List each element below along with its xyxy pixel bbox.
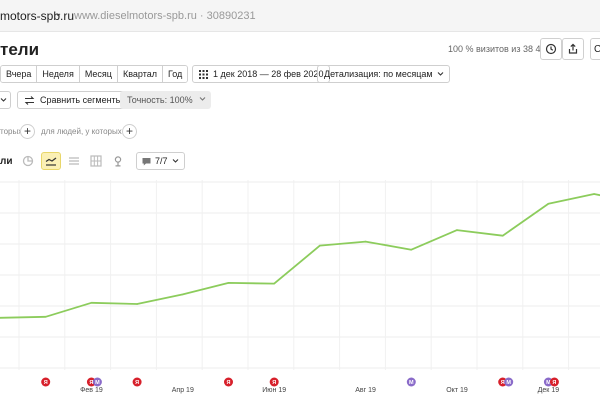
line-chart: ЯЯМЯЯЯМЯММЯЯМФев 19Апр 19Июн 19Авг 19Окт… bbox=[0, 180, 600, 394]
date-range-button[interactable]: 1 дек 2018 — 28 фев 2020 bbox=[192, 65, 331, 83]
history-button[interactable] bbox=[540, 38, 562, 60]
annotation-marker-label: Я bbox=[501, 380, 505, 386]
data-point bbox=[410, 248, 413, 251]
clock-icon bbox=[545, 43, 557, 55]
line-chart-icon bbox=[45, 157, 57, 166]
annotation-marker-label: Я bbox=[552, 380, 556, 386]
accuracy-label: Точность: 100% bbox=[127, 95, 193, 105]
speech-bubble-icon bbox=[142, 158, 151, 166]
data-point bbox=[44, 315, 47, 318]
visits-sample-note: 100 % визитов из 38 436 bbox=[448, 44, 551, 54]
data-point bbox=[136, 303, 138, 305]
chevron-down-icon bbox=[437, 72, 443, 76]
x-tick-label: Авг 19 bbox=[355, 387, 376, 394]
chevron-down-icon[interactable]: ⌄ bbox=[54, 8, 62, 19]
site-selector[interactable]: motors-spb.ru bbox=[0, 9, 74, 23]
annotation-pin-button[interactable] bbox=[108, 152, 128, 170]
chart-type-columns[interactable] bbox=[86, 152, 106, 170]
data-point bbox=[501, 234, 504, 237]
annotation-marker-label: Я bbox=[89, 380, 93, 386]
data-point bbox=[90, 301, 93, 304]
x-tick-label: Апр 19 bbox=[172, 387, 194, 394]
column-chart-icon bbox=[90, 155, 102, 167]
chevron-down-icon bbox=[0, 98, 7, 102]
segment-select[interactable] bbox=[0, 91, 11, 109]
stacked-area-icon bbox=[69, 157, 79, 165]
data-point bbox=[273, 282, 276, 285]
export-button[interactable] bbox=[562, 38, 584, 60]
period-selector: Вчера Неделя Месяц Квартал Год bbox=[0, 65, 189, 83]
chevron-down-icon bbox=[199, 97, 205, 101]
annotation-marker-label: Я bbox=[227, 380, 231, 386]
detail-label: Детализация: по месяцам bbox=[324, 69, 433, 79]
counter-url: www.dieselmotors-spb.ru · 30890231 bbox=[74, 10, 256, 22]
data-point bbox=[182, 293, 184, 296]
chart-type-line[interactable] bbox=[41, 152, 61, 170]
period-yesterday[interactable]: Вчера bbox=[1, 66, 38, 82]
add-condition-button[interactable]: + bbox=[20, 124, 35, 139]
chart-type-pie[interactable] bbox=[18, 152, 38, 170]
chart-type-area[interactable] bbox=[64, 152, 84, 170]
chevron-down-icon bbox=[172, 159, 178, 163]
annotation-marker-label: Я bbox=[44, 380, 48, 386]
period-year[interactable]: Год bbox=[162, 66, 188, 82]
compare-icon bbox=[24, 96, 35, 105]
segment-condition-left: торых bbox=[0, 127, 23, 136]
data-point bbox=[456, 229, 458, 231]
series-count-label: 7/7 bbox=[155, 156, 168, 166]
data-point bbox=[593, 193, 595, 195]
pin-icon bbox=[114, 156, 122, 167]
annotation-marker-label: М bbox=[409, 380, 414, 386]
page-title: тели bbox=[0, 40, 40, 59]
save-report-button[interactable]: Со bbox=[590, 38, 600, 60]
annotation-marker-label: М bbox=[95, 380, 100, 386]
annotation-marker-label: Я bbox=[135, 380, 139, 386]
period-quarter[interactable]: Квартал bbox=[117, 66, 163, 82]
segment-condition-right: для людей, у которых bbox=[41, 127, 122, 136]
series-count-select[interactable]: 7/7 bbox=[136, 152, 185, 170]
data-point bbox=[227, 282, 230, 284]
share-icon bbox=[568, 43, 578, 54]
data-point bbox=[364, 240, 367, 243]
calendar-icon bbox=[199, 70, 208, 79]
x-tick-label: Дек 19 bbox=[538, 387, 560, 394]
x-tick-label: Фев 19 bbox=[80, 387, 103, 394]
annotation-marker-label: М bbox=[506, 380, 511, 386]
x-tick-label: Окт 19 bbox=[446, 387, 468, 394]
accuracy-select[interactable]: Точность: 100% bbox=[120, 91, 211, 109]
top-bar: motors-spb.ru ⌄ www.dieselmotors-spb.ru … bbox=[0, 0, 600, 32]
detail-select[interactable]: Детализация: по месяцам bbox=[317, 65, 450, 83]
data-point bbox=[547, 203, 550, 205]
date-range-label: 1 дек 2018 — 28 фев 2020 bbox=[213, 69, 324, 79]
period-week[interactable]: Неделя bbox=[37, 66, 80, 82]
chart-metric-label: ли bbox=[0, 156, 13, 167]
pie-chart-icon bbox=[22, 155, 34, 167]
annotation-marker-label: Я bbox=[272, 380, 276, 386]
period-month[interactable]: Месяц bbox=[79, 66, 118, 82]
data-point bbox=[319, 244, 321, 247]
add-condition-button[interactable]: + bbox=[122, 124, 137, 139]
compare-label: Сравнить сегменты bbox=[40, 95, 123, 105]
x-tick-label: Июн 19 bbox=[262, 387, 286, 394]
